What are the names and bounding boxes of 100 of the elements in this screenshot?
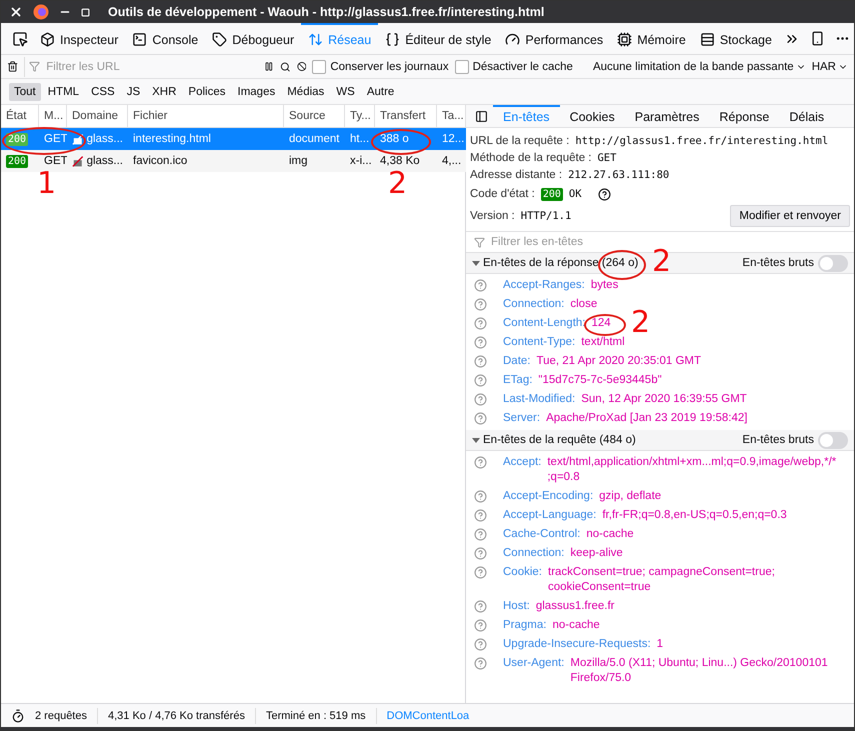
table-cell[interactable]: ht... bbox=[345, 128, 375, 150]
column-header[interactable]: Fichier bbox=[128, 105, 284, 128]
column-header[interactable]: Ta... bbox=[437, 105, 466, 128]
type-filter-button[interactable]: CSS bbox=[86, 82, 120, 100]
header-name: Cache-Control: bbox=[503, 527, 580, 542]
devtools-tab[interactable]: Éditeur de style bbox=[378, 23, 498, 54]
chip-icon bbox=[617, 32, 632, 47]
throttling-select[interactable]: Aucune limitation de la bande passante bbox=[592, 60, 806, 72]
summary-label: Adresse distante : bbox=[470, 168, 562, 180]
column-header[interactable]: Source bbox=[284, 105, 345, 128]
braces-icon bbox=[385, 32, 400, 47]
devtools-tab[interactable]: Stockage bbox=[692, 23, 779, 54]
type-filter-button[interactable]: Tout bbox=[9, 82, 41, 100]
terminal-icon bbox=[132, 32, 148, 47]
table-cell[interactable]: favicon.ico bbox=[128, 150, 284, 172]
section-title[interactable]: En-têtes de la requête (484 o) bbox=[472, 434, 636, 446]
help-icon[interactable] bbox=[598, 188, 611, 200]
summary-label: Version : bbox=[470, 210, 515, 222]
header-value: text/html bbox=[581, 335, 625, 350]
table-cell[interactable]: GET bbox=[39, 128, 67, 150]
table-cell[interactable]: img bbox=[284, 150, 345, 172]
column-header[interactable]: Domaine bbox=[67, 105, 128, 128]
type-filter-button[interactable]: Autre bbox=[362, 82, 400, 100]
table-cell[interactable]: glass... bbox=[67, 128, 128, 150]
domain-text: glass... bbox=[86, 155, 123, 167]
header-value: Apache/ProXad [Jan 23 2019 19:58:42] bbox=[546, 411, 748, 426]
panel-toggle-icon[interactable] bbox=[475, 110, 488, 122]
devtools-tab[interactable]: Débogueur bbox=[205, 23, 302, 54]
table-cell[interactable]: 388 o bbox=[375, 128, 437, 150]
raw-headers-toggle[interactable] bbox=[818, 432, 848, 448]
gauge-icon bbox=[505, 32, 520, 47]
table-cell[interactable]: 4,... bbox=[437, 150, 466, 172]
search-icon[interactable] bbox=[280, 60, 291, 74]
resend-button[interactable]: Modifier et renvoyer bbox=[730, 205, 850, 227]
type-filter-button[interactable]: Images bbox=[232, 82, 280, 100]
clear-icon[interactable] bbox=[7, 59, 18, 74]
har-select[interactable]: HAR bbox=[812, 60, 848, 72]
details-tab[interactable]: Délais bbox=[779, 105, 834, 127]
url-filter-field[interactable]: Filtrer les URL bbox=[44, 60, 254, 74]
table-cell[interactable]: x-i... bbox=[345, 150, 375, 172]
header-value: no-cache bbox=[586, 527, 634, 542]
table-cell[interactable]: 12... bbox=[437, 128, 466, 150]
type-filter-button[interactable]: HTML bbox=[42, 82, 84, 100]
devtools-tab[interactable]: Console bbox=[125, 23, 206, 54]
rows-icon bbox=[700, 32, 715, 47]
header-value: 1 bbox=[656, 637, 664, 652]
raw-headers-label: En-têtes bruts bbox=[742, 434, 814, 446]
header-filter-field[interactable]: Filtrer les en-têtes bbox=[489, 235, 699, 249]
table-cell[interactable]: document bbox=[284, 128, 345, 150]
type-filter-button[interactable]: JS bbox=[122, 82, 146, 100]
maximize-icon[interactable] bbox=[81, 8, 90, 16]
column-header[interactable]: État bbox=[1, 105, 39, 128]
header-name: Date: bbox=[503, 354, 530, 369]
responsive-mode-icon[interactable] bbox=[810, 31, 825, 46]
annotation-ellipse bbox=[584, 314, 626, 336]
type-filter-button[interactable]: Médias bbox=[282, 82, 330, 100]
column-header[interactable]: Transfert bbox=[375, 105, 437, 128]
status-code: 200 bbox=[6, 154, 28, 168]
summary-value: http://glassus1.free.fr/interesting.html bbox=[575, 134, 828, 146]
block-icon[interactable] bbox=[296, 60, 306, 73]
details-tab[interactable]: Paramètres bbox=[624, 105, 710, 127]
type-filter-button[interactable]: WS bbox=[331, 82, 360, 100]
devtools-tab[interactable]: Mémoire bbox=[610, 23, 693, 54]
close-icon[interactable] bbox=[9, 5, 23, 19]
pause-icon[interactable] bbox=[264, 60, 274, 73]
window-title: Outils de développement - Waouh - http://glassus1.free.fr/interesting.html bbox=[108, 5, 544, 19]
table-cell[interactable]: 4,38 Ko bbox=[375, 150, 437, 172]
element-picker-icon[interactable] bbox=[12, 30, 28, 46]
domain-text: glass... bbox=[86, 133, 123, 145]
type-filter-button[interactable]: Polices bbox=[183, 82, 230, 100]
header-value: 124 bbox=[591, 316, 611, 331]
details-tab[interactable]: Cookies bbox=[560, 105, 625, 127]
header-name: Cookie: bbox=[503, 565, 542, 580]
annotation-number: 1 bbox=[37, 169, 56, 199]
raw-headers-toggle[interactable] bbox=[818, 254, 848, 272]
header-name: Accept-Encoding: bbox=[503, 489, 594, 504]
checkbox-option[interactable]: Conserver les journaux bbox=[312, 60, 449, 74]
type-filter-button[interactable]: XHR bbox=[147, 82, 182, 100]
status-text: OK bbox=[568, 188, 582, 200]
details-tab[interactable]: Réponse bbox=[709, 105, 780, 127]
summary-value: 212.27.63.111:80 bbox=[568, 168, 670, 180]
table-cell[interactable]: 200 bbox=[1, 150, 39, 172]
filter-icon bbox=[29, 61, 40, 72]
devtools-tab[interactable]: Inspecteur bbox=[33, 23, 126, 54]
up-down-arrows-icon bbox=[308, 32, 324, 47]
summary-label: URL de la requête : bbox=[470, 134, 570, 146]
devtools-tab[interactable]: Performances bbox=[498, 23, 610, 54]
table-cell[interactable]: GET bbox=[39, 150, 67, 172]
column-header[interactable]: M... bbox=[39, 105, 67, 128]
checkbox-option[interactable]: Désactiver le cache bbox=[454, 60, 573, 74]
table-cell[interactable]: interesting.html bbox=[128, 128, 284, 150]
table-cell[interactable]: glass... bbox=[67, 150, 128, 172]
filter-icon bbox=[474, 236, 485, 248]
header-name: User-Agent: bbox=[503, 656, 564, 671]
annotation-ellipse bbox=[598, 250, 646, 280]
column-header[interactable]: Ty... bbox=[345, 105, 375, 128]
header-value: trackConsent=true; campagneConsent=true; cookieConsent=true bbox=[548, 565, 776, 595]
browser-logo-icon bbox=[33, 4, 49, 20]
section-title[interactable]: En-têtes de la réponse (264 o) bbox=[472, 257, 638, 269]
header-name: Accept-Ranges: bbox=[503, 278, 585, 293]
